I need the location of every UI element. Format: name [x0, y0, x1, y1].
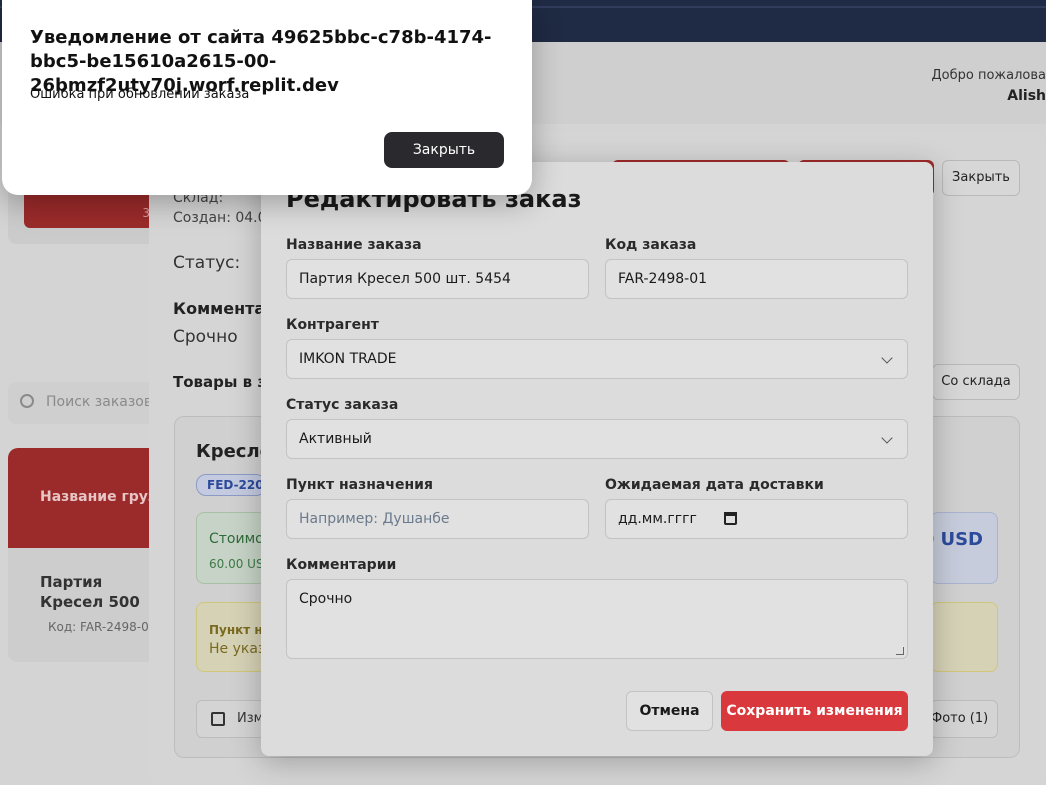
table-row[interactable]: Партия Кресел 500 шт. Код: FAR-2498-0 [8, 548, 158, 662]
search-placeholder: Поиск заказов [46, 394, 153, 410]
edit-icon [211, 712, 225, 726]
item-cost-value: 60.00 USD [209, 557, 265, 571]
status-label: Статус: [173, 253, 241, 273]
created-label: Создан: 04.0 [173, 210, 267, 226]
search-icon [20, 394, 34, 408]
chevron-down-icon [881, 352, 893, 364]
comments-textarea[interactable]: Срочно [286, 579, 908, 659]
item-cost-box: Стоимос 60.00 USD [196, 512, 266, 584]
counterparty-value: IMKON TRADE [299, 351, 397, 367]
order-name-input[interactable]: Партия Кресел 500 шт. 5454 [286, 259, 589, 299]
item-cost-label: Стоимос [209, 531, 266, 547]
order-status-value: Активный [299, 431, 372, 447]
item-total-value: 0 USD [931, 529, 983, 550]
delivery-date-value: дд.мм.гггг [618, 511, 697, 527]
comment-value: Срочно [173, 327, 238, 347]
item-destination-box: Пункт на Не указ [196, 602, 266, 672]
save-changes-button[interactable]: Сохранить изменения [721, 691, 908, 731]
item-code-badge: FED-2202 [196, 474, 266, 496]
calendar-icon[interactable] [724, 512, 737, 525]
counterparty-select[interactable]: IMKON TRADE [286, 339, 908, 379]
delivery-date-label: Ожидаемая дата доставки [605, 477, 824, 493]
item-edit-button[interactable]: Изм [196, 700, 266, 738]
order-code-input[interactable]: FAR-2498-01 [605, 259, 908, 299]
order-status-label: Статус заказа [286, 397, 399, 413]
cancel-button[interactable]: Отмена [626, 691, 713, 731]
detail-close-button[interactable]: Закрыть [942, 160, 1020, 196]
item-destination-box-right [930, 602, 998, 672]
chevron-down-icon [881, 432, 893, 444]
destination-label: Пункт назначения [286, 477, 433, 493]
welcome-text: Добро пожалова [931, 68, 1046, 83]
item-destination-value: Не указ [209, 641, 266, 657]
order-status-select[interactable]: Активный [286, 419, 908, 459]
item-photo-button[interactable]: Фото (1) [930, 700, 998, 738]
column-header-cargo-name: Название груза [40, 489, 166, 505]
orders-search[interactable]: Поиск заказов [8, 382, 158, 424]
alert-message: Ошибка при обновлении заказа [30, 87, 250, 102]
item-total-box: 0 USD [930, 512, 998, 584]
resize-handle-icon[interactable] [896, 647, 904, 655]
comments-label: Комментарии [286, 557, 397, 573]
delivery-date-input[interactable]: дд.мм.гггг [605, 499, 908, 539]
edit-order-modal: Редактировать заказ Название заказа Парт… [261, 162, 933, 756]
item-destination-label: Пункт на [209, 623, 266, 637]
username: Alish [1007, 88, 1046, 104]
site-alert-dialog: Уведомление от сайта 49625bbc-c78b-4174-… [2, 0, 532, 195]
from-warehouse-button[interactable]: Со склада [932, 364, 1020, 400]
orders-table-header: Название груза [8, 448, 166, 548]
order-code-label: Код заказа [605, 237, 697, 253]
row-title: Партия Кресел 500 шт. [40, 573, 140, 614]
item-edit-label: Изм [237, 711, 264, 726]
destination-input[interactable]: Например: Душанбе [286, 499, 589, 539]
counterparty-label: Контрагент [286, 317, 379, 333]
row-code: Код: FAR-2498-0 [48, 620, 149, 634]
order-name-label: Название заказа [286, 237, 422, 253]
comments-value: Срочно [299, 591, 353, 607]
alert-close-button[interactable]: Закрыть [384, 132, 504, 168]
